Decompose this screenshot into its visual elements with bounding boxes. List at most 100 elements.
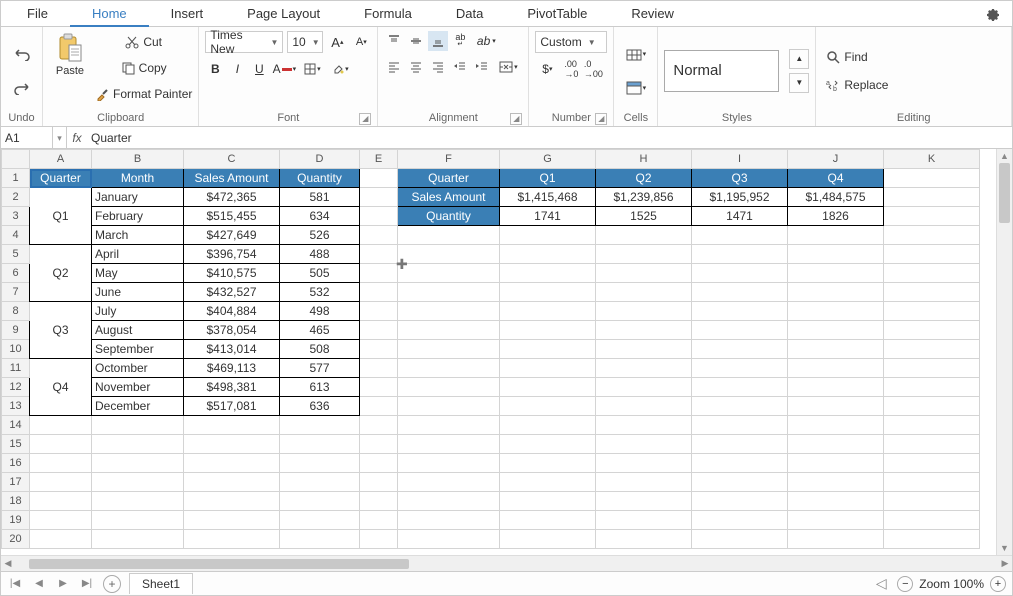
decrease-indent-icon[interactable] (450, 57, 470, 77)
cell-F12[interactable] (398, 378, 500, 397)
row-header-18[interactable]: 18 (2, 492, 30, 511)
cell-J1[interactable]: Q4 (788, 169, 884, 188)
cell-D6[interactable]: 505 (280, 264, 360, 283)
underline-button[interactable]: U (249, 59, 269, 79)
font-color-button[interactable]: A▾ (271, 59, 297, 79)
cell-B7[interactable]: June (92, 283, 184, 302)
cell-I14[interactable] (692, 416, 788, 435)
align-bottom-icon[interactable] (428, 31, 448, 51)
cell-H12[interactable] (596, 378, 692, 397)
cell-I2[interactable]: $1,195,952 (692, 188, 788, 207)
cell-C19[interactable] (184, 511, 280, 530)
cell-B18[interactable] (92, 492, 184, 511)
cell-A19[interactable] (30, 511, 92, 530)
replace-button[interactable]: ab Replace (822, 74, 892, 96)
alignment-dialog-launcher[interactable]: ◢ (510, 113, 522, 125)
cell-K14[interactable] (884, 416, 980, 435)
cell-J4[interactable] (788, 226, 884, 245)
number-format-select[interactable]: Custom▼ (535, 31, 607, 53)
row-header-9[interactable]: 9 (2, 321, 30, 340)
cell-C13[interactable]: $517,081 (184, 397, 280, 416)
cell-A11[interactable]: Q4 (30, 359, 92, 416)
currency-icon[interactable]: $ ▾ (535, 59, 559, 79)
col-header-E[interactable]: E (360, 150, 398, 169)
cell-H3[interactable]: 1525 (596, 207, 692, 226)
rtl-toggle-icon[interactable]: ◁ (873, 576, 889, 592)
cell-G6[interactable] (500, 264, 596, 283)
cell-H4[interactable] (596, 226, 692, 245)
cell-I15[interactable] (692, 435, 788, 454)
row-header-13[interactable]: 13 (2, 397, 30, 416)
col-header-I[interactable]: I (692, 150, 788, 169)
sheet-nav-prev[interactable]: ◀ (31, 576, 47, 592)
cell-C18[interactable] (184, 492, 280, 511)
style-scroll-up[interactable]: ▲ (789, 49, 809, 69)
cell-G8[interactable] (500, 302, 596, 321)
row-header-12[interactable]: 12 (2, 378, 30, 397)
cell-F15[interactable] (398, 435, 500, 454)
vscroll-thumb[interactable] (999, 163, 1010, 223)
cell-H11[interactable] (596, 359, 692, 378)
cell-G9[interactable] (500, 321, 596, 340)
cell-E12[interactable] (360, 378, 398, 397)
row-header-6[interactable]: 6 (2, 264, 30, 283)
cell-J6[interactable] (788, 264, 884, 283)
style-more[interactable]: ▼ (789, 73, 809, 93)
cell-F4[interactable] (398, 226, 500, 245)
cell-G13[interactable] (500, 397, 596, 416)
cell-G10[interactable] (500, 340, 596, 359)
wrap-text-icon[interactable]: ab↵ (450, 31, 470, 51)
cell-F20[interactable] (398, 530, 500, 549)
row-header-11[interactable]: 11 (2, 359, 30, 378)
cell-B3[interactable]: February (92, 207, 184, 226)
vertical-scrollbar[interactable]: ▲ ▼ (996, 149, 1012, 555)
cell-F14[interactable] (398, 416, 500, 435)
cell-K16[interactable] (884, 454, 980, 473)
cell-G18[interactable] (500, 492, 596, 511)
cell-J15[interactable] (788, 435, 884, 454)
row-header-1[interactable]: 1 (2, 169, 30, 188)
cell-B12[interactable]: November (92, 378, 184, 397)
cell-G3[interactable]: 1741 (500, 207, 596, 226)
align-right-icon[interactable] (428, 57, 448, 77)
cell-D5[interactable]: 488 (280, 245, 360, 264)
cell-D10[interactable]: 508 (280, 340, 360, 359)
row-header-10[interactable]: 10 (2, 340, 30, 359)
cell-D19[interactable] (280, 511, 360, 530)
cell-K19[interactable] (884, 511, 980, 530)
sheet-nav-last[interactable]: ▶| (79, 576, 95, 592)
cell-E17[interactable] (360, 473, 398, 492)
row-header-19[interactable]: 19 (2, 511, 30, 530)
cell-G1[interactable]: Q1 (500, 169, 596, 188)
cell-G16[interactable] (500, 454, 596, 473)
cell-D18[interactable] (280, 492, 360, 511)
settings-gear-icon[interactable] (984, 6, 1000, 22)
cell-E8[interactable] (360, 302, 398, 321)
number-dialog-launcher[interactable]: ◢ (595, 113, 607, 125)
cell-I4[interactable] (692, 226, 788, 245)
cell-K2[interactable] (884, 188, 980, 207)
cell-H14[interactable] (596, 416, 692, 435)
row-header-3[interactable]: 3 (2, 207, 30, 226)
cell-E13[interactable] (360, 397, 398, 416)
cell-D14[interactable] (280, 416, 360, 435)
row-header-7[interactable]: 7 (2, 283, 30, 302)
row-header-4[interactable]: 4 (2, 226, 30, 245)
decrease-font-icon[interactable]: A▾ (351, 32, 371, 52)
redo-button[interactable] (10, 76, 34, 100)
cell-E2[interactable] (360, 188, 398, 207)
cell-G17[interactable] (500, 473, 596, 492)
col-header-B[interactable]: B (92, 150, 184, 169)
cell-H8[interactable] (596, 302, 692, 321)
row-header-5[interactable]: 5 (2, 245, 30, 264)
cell-K11[interactable] (884, 359, 980, 378)
menu-page-layout[interactable]: Page Layout (225, 1, 342, 27)
cell-H17[interactable] (596, 473, 692, 492)
cell-D12[interactable]: 613 (280, 378, 360, 397)
cell-F9[interactable] (398, 321, 500, 340)
cell-E3[interactable] (360, 207, 398, 226)
col-header-F[interactable]: F (398, 150, 500, 169)
cell-H10[interactable] (596, 340, 692, 359)
menu-review[interactable]: Review (609, 1, 696, 27)
cell-J20[interactable] (788, 530, 884, 549)
